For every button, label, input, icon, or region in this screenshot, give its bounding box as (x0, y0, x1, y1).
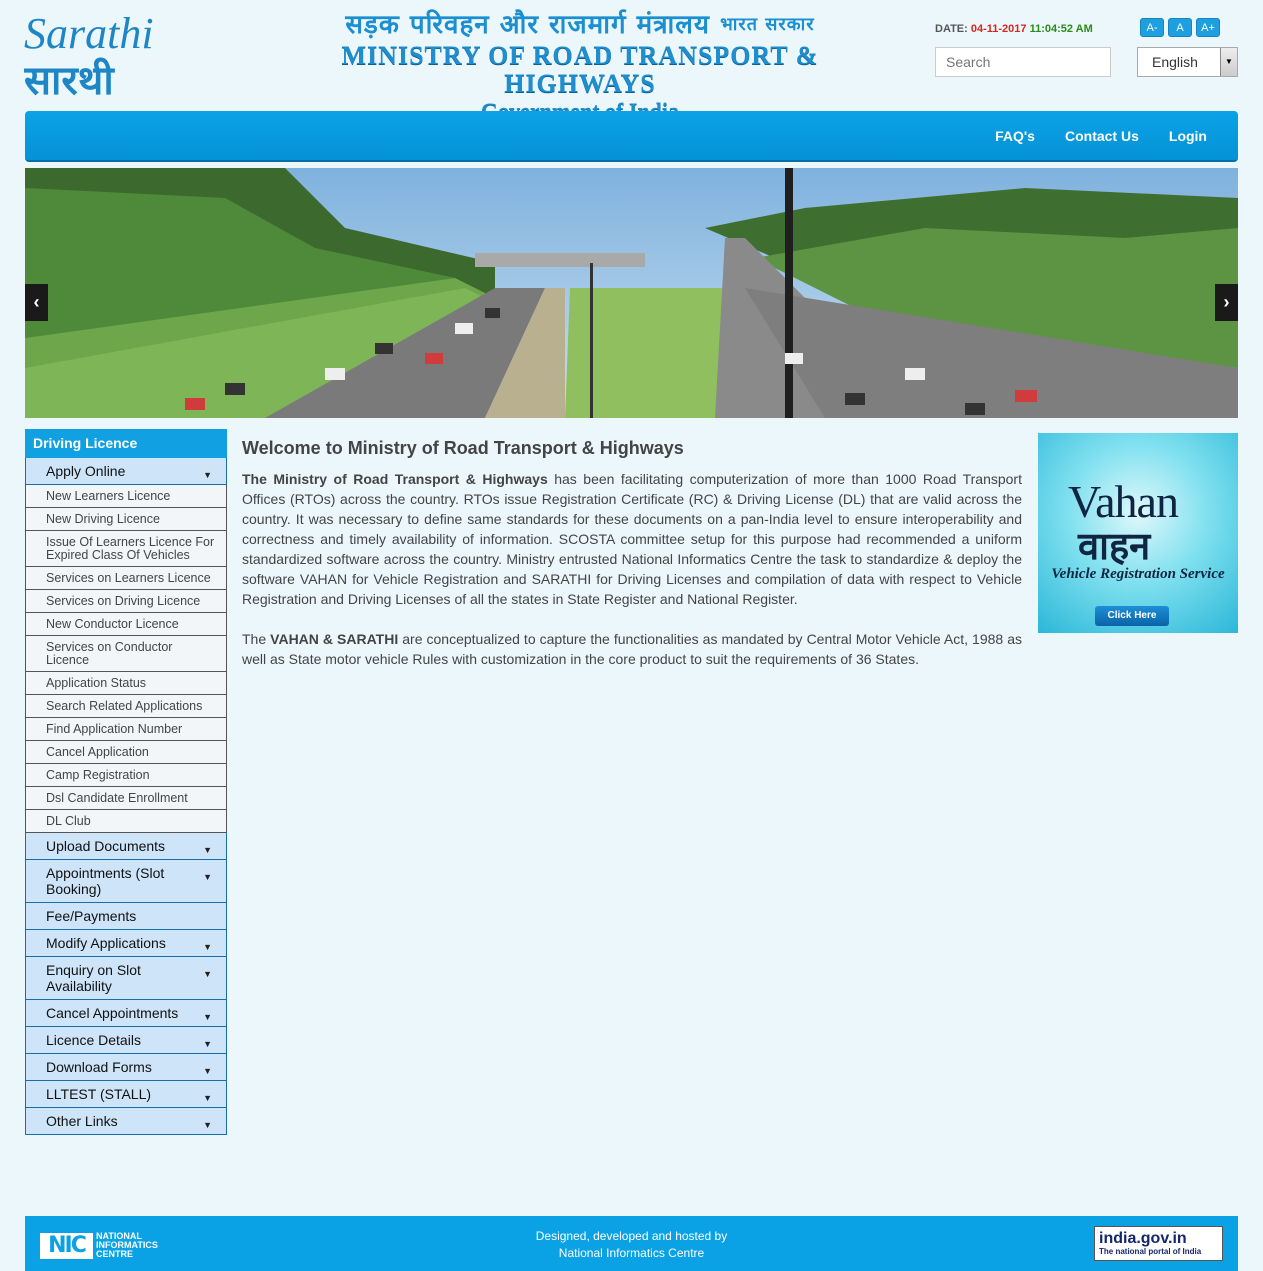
sidebar-subitem[interactable]: Services on Driving Licence (25, 590, 227, 613)
sidebar-subitem[interactable]: Camp Registration (25, 764, 227, 787)
footer: NIC NATIONAL INFORMATICS CENTRE Designed… (25, 1216, 1238, 1271)
vahan-ad-banner[interactable]: Vahan वाहन Vehicle Registration Service … (1038, 433, 1238, 633)
sidebar-subitem[interactable]: New Driving Licence (25, 508, 227, 531)
government-hindi: भारत सरकार (720, 14, 815, 35)
sidebar-subitem[interactable]: Cancel Application (25, 741, 227, 764)
font-decrease-button[interactable]: A- (1140, 18, 1164, 37)
nav-login[interactable]: Login (1154, 111, 1222, 162)
time-value: 11:04:52 AM (1029, 23, 1093, 35)
sidebar-subitem[interactable]: New Conductor Licence (25, 613, 227, 636)
sidebar-title: Driving Licence (25, 429, 227, 458)
svg-text:सारथी: सारथी (24, 57, 115, 100)
sidebar-item-other-links[interactable]: Other Links ▼ (25, 1108, 227, 1135)
sarathi-logo[interactable]: Sarathi सारथी (23, 8, 159, 104)
top-navbar: FAQ's Contact Us Login (25, 111, 1238, 162)
svg-text:Sarathi: Sarathi (24, 9, 154, 58)
chevron-down-icon: ▼ (203, 1012, 212, 1022)
page-title: Welcome to Ministry of Road Transport & … (242, 438, 684, 458)
sidebar-subitem[interactable]: Services on Learners Licence (25, 567, 227, 590)
chevron-down-icon: ▼ (203, 470, 212, 480)
sidebar-subitem[interactable]: Issue Of Learners Licence For Expired Cl… (25, 531, 227, 567)
font-normal-button[interactable]: A (1168, 18, 1192, 37)
chevron-down-icon: ▼ (203, 1120, 212, 1130)
sidebar-item-enquiry-slot[interactable]: Enquiry on Slot Availability ▼ (25, 957, 227, 1000)
chevron-down-icon: ▼ (203, 1039, 212, 1049)
date-value: 04-11-2017 (970, 23, 1027, 35)
carousel-prev-button[interactable]: ‹ (25, 284, 48, 321)
font-increase-button[interactable]: A+ (1196, 18, 1220, 37)
vahan-subtitle: Vehicle Registration Service (1051, 566, 1225, 582)
sidebar-subitem[interactable]: Find Application Number (25, 718, 227, 741)
sidebar-item-lltest[interactable]: LLTEST (STALL) ▼ (25, 1081, 227, 1108)
ministry-english: MINISTRY OF ROAD TRANSPORT & HIGHWAYS (341, 41, 819, 98)
sidebar-subitem[interactable]: Search Related Applications (25, 695, 227, 718)
intro-paragraph: The Ministry of Road Transport & Highway… (242, 471, 1022, 607)
nav-faqs[interactable]: FAQ's (980, 111, 1050, 162)
sidebar-subitem[interactable]: New Learners Licence (25, 485, 227, 508)
vahan-sarathi-paragraph: The VAHAN & SARATHI are conceptualized t… (242, 631, 1023, 667)
sidebar-subitem[interactable]: Dsl Candidate Enrollment (25, 787, 227, 810)
vahan-title-hi: वाहन (1078, 523, 1151, 568)
font-size-controls: A- A A+ (1140, 18, 1220, 37)
sidebar-item-licence-details[interactable]: Licence Details ▼ (25, 1027, 227, 1054)
india-gov-logo[interactable]: india.gov.in The national portal of Indi… (1094, 1226, 1223, 1261)
highway-banner: ‹ › (25, 168, 1238, 418)
sidebar-item-modify-applications[interactable]: Modify Applications ▼ (25, 930, 227, 957)
date-time: DATE: 04-11-2017 11:04:52 AM (935, 23, 1093, 35)
ministry-hindi: सड़क परिवहन और राजमार्ग मंत्रालय भारत सर… (345, 10, 815, 40)
search-input[interactable] (935, 47, 1111, 77)
language-select[interactable]: English ▼ (1137, 47, 1238, 77)
carousel-next-button[interactable]: › (1215, 284, 1238, 321)
sidebar-item-appointments[interactable]: Appointments (Slot Booking) ▼ (25, 860, 227, 903)
sidebar-menu: Driving Licence Apply Online ▼ New Learn… (25, 429, 227, 1135)
sidebar-item-fee-payments[interactable]: Fee/Payments (25, 903, 227, 930)
chevron-down-icon: ▼ (203, 845, 212, 855)
sidebar-item-apply-online[interactable]: Apply Online ▼ (25, 458, 227, 485)
chevron-down-icon: ▼ (203, 872, 212, 882)
footer-credit: Designed, developed and hosted by Nation… (535, 1229, 728, 1260)
ministry-title: सड़क परिवहन और राजमार्ग मंत्रालय भारत सर… (295, 8, 865, 123)
welcome-content: Welcome to Ministry of Road Transport & … (242, 438, 1022, 669)
sidebar-item-download-forms[interactable]: Download Forms ▼ (25, 1054, 227, 1081)
chevron-down-icon: ▼ (203, 942, 212, 952)
sidebar-subitem[interactable]: DL Club (25, 810, 227, 833)
banner-image (25, 168, 1238, 418)
chevron-down-icon: ▼ (203, 969, 212, 979)
chevron-down-icon: ▼ (203, 1066, 212, 1076)
sidebar-subitem[interactable]: Services on Conductor Licence (25, 636, 227, 672)
sidebar-item-cancel-appointments[interactable]: Cancel Appointments ▼ (25, 1000, 227, 1027)
vahan-click-here-button[interactable]: Click Here (1095, 606, 1169, 626)
sidebar-item-upload-documents[interactable]: Upload Documents ▼ (25, 833, 227, 860)
sidebar-subitem[interactable]: Application Status (25, 672, 227, 695)
nav-contact-us[interactable]: Contact Us (1050, 111, 1154, 162)
chevron-down-icon: ▼ (203, 1093, 212, 1103)
dropdown-arrow-icon: ▼ (1220, 48, 1237, 76)
